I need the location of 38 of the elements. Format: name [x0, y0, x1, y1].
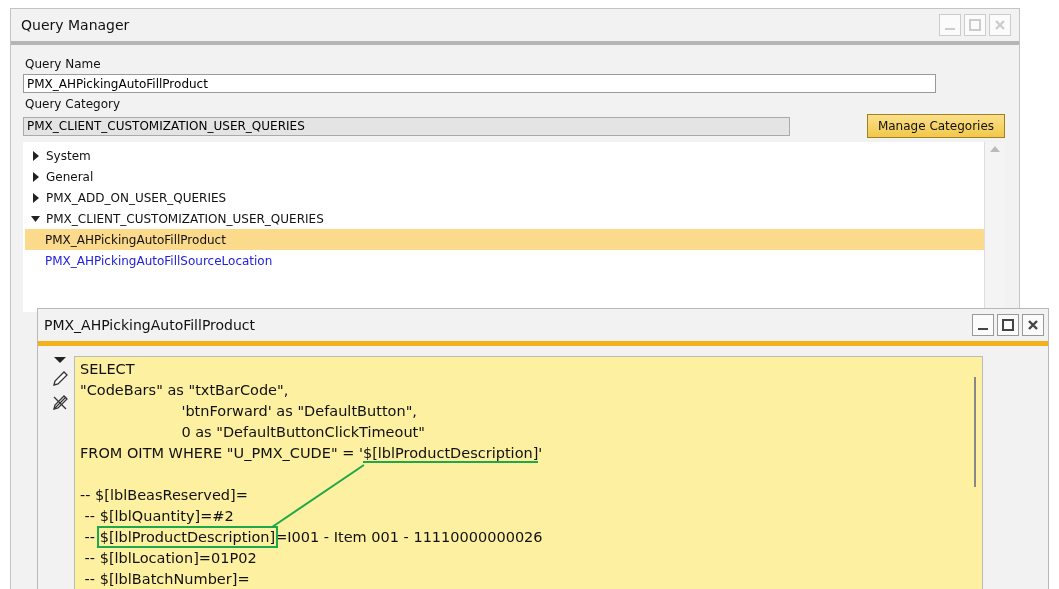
- code-line: SELECT: [80, 360, 136, 379]
- code-line: 0 as "DefaultButtonClickTimeout": [180, 423, 426, 442]
- collapsed-caret-icon[interactable]: [31, 171, 40, 182]
- maximize-icon[interactable]: [997, 314, 1019, 336]
- window-title: PMX_AHPickingAutoFillProduct: [44, 317, 256, 333]
- tree-item-label: PMX_ADD_ON_USER_QUERIES: [46, 190, 227, 205]
- code-line: -- $[lblBeasReserved]=: [80, 486, 249, 505]
- minimize-icon[interactable]: [972, 314, 994, 336]
- pencil-icon[interactable]: [51, 370, 69, 388]
- code-line: -- $[lblProductDescription]=I001 - Item 001 - 11110000000026: [80, 527, 968, 548]
- query-category-field[interactable]: PMX_CLIENT_CUSTOMIZATION_USER_QUERIES: [23, 116, 790, 136]
- window-title: Query Manager: [21, 17, 130, 33]
- code-line: "CodeBars" as "txtBarCode",: [80, 381, 290, 400]
- dropdown-caret-icon[interactable]: [54, 356, 66, 364]
- tree-item[interactable]: General: [25, 166, 984, 187]
- tree-item-label: General: [46, 169, 94, 184]
- field-label: Query Category: [25, 97, 122, 111]
- manage-categories-button[interactable]: Manage Categories: [867, 114, 1005, 138]
- tree-item[interactable]: System: [25, 145, 984, 166]
- close-icon[interactable]: [1022, 314, 1044, 336]
- tree-item-label: System: [46, 148, 91, 163]
- tree-item-label: PMX_CLIENT_CUSTOMIZATION_USER_QUERIES: [46, 211, 324, 226]
- tree-item[interactable]: PMX_CLIENT_CUSTOMIZATION_USER_QUERIES: [25, 208, 984, 229]
- code-line: 'btnForward' as "DefaultButton",: [180, 402, 418, 421]
- pencil-cross-icon[interactable]: [51, 394, 69, 412]
- collapsed-caret-icon[interactable]: [31, 150, 40, 161]
- code-line: -- $[lblBatchNumber]=: [83, 570, 251, 589]
- field-label: Query Name: [25, 57, 102, 71]
- expanded-caret-icon[interactable]: [31, 213, 40, 224]
- collapsed-caret-icon[interactable]: [31, 192, 40, 203]
- tree-item[interactable]: PMX_ADD_ON_USER_QUERIES: [25, 187, 984, 208]
- query-name-field[interactable]: PMX_AHPickingAutoFillProduct: [23, 74, 936, 93]
- code-line: -- $[lblQuantity]=#2: [83, 507, 235, 526]
- code-line: -- $[lblLocation]=01P02: [83, 549, 258, 568]
- sql-editor[interactable]: [74, 356, 983, 589]
- query-item[interactable]: PMX_AHPickingAutoFillProduct: [25, 229, 984, 250]
- code-line: FROM OITM WHERE "U_PMX_CUDE" = '$[lblProductDescription]': [80, 444, 544, 464]
- query-item[interactable]: PMX_AHPickingAutoFillSourceLocation: [25, 250, 984, 271]
